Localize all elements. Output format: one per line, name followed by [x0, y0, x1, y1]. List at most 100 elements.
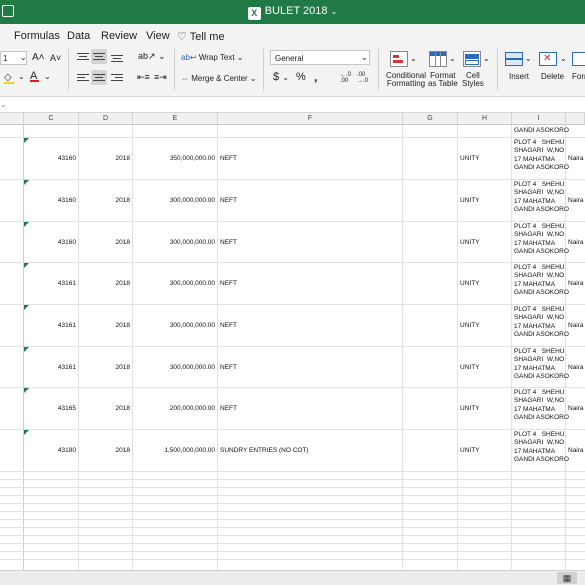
increase-font-icon[interactable]: A˄	[32, 52, 45, 63]
increase-indent-icon[interactable]: ≡⇥	[154, 72, 167, 83]
column-header-f[interactable]: F	[218, 113, 403, 125]
column-header-g[interactable]: G	[403, 113, 458, 125]
chevron-down-icon[interactable]: ⌄	[410, 54, 417, 63]
cell-h[interactable]: UNITY	[460, 155, 480, 162]
decrease-decimal-icon[interactable]: .00 →.0	[357, 72, 368, 84]
wrap-text-button[interactable]: ab↩ Wrap Text ⌄	[181, 53, 244, 62]
chevron-down-icon[interactable]: ⌄	[483, 54, 490, 63]
cell-c[interactable]: 43160	[24, 155, 76, 162]
column-header-i[interactable]: I	[512, 113, 566, 125]
number-format-select[interactable]: General ⌄	[270, 50, 370, 65]
insert-button[interactable]: Insert	[509, 72, 529, 81]
fill-color-icon[interactable]: ◇	[4, 72, 14, 84]
cell-i[interactable]: PLOT 4 SHEHU SHAGARI W,NO 17 MAHATMA GAN…	[514, 264, 569, 297]
cell-e[interactable]: 300,000,000.00	[133, 322, 215, 329]
cell-c[interactable]: 43161	[24, 280, 76, 287]
font-color-icon[interactable]: A	[30, 70, 39, 82]
currency-icon[interactable]: $ ⌄	[273, 71, 289, 83]
cell-h[interactable]: UNITY	[460, 447, 480, 454]
cell-d[interactable]: 2018	[79, 155, 130, 162]
cell-i[interactable]: PLOT 4 SHEHU SHAGARI W,NO 17 MAHATMA GAN…	[514, 431, 569, 464]
cell-i[interactable]: PLOT 4 SHEHU SHAGARI W,NO 17 MAHATMA GAN…	[514, 348, 569, 381]
chevron-down-icon[interactable]: ⌄	[0, 100, 7, 109]
delete-button[interactable]: Delete	[541, 72, 564, 81]
tab-review[interactable]: Review	[101, 30, 137, 42]
column-header-c[interactable]: C	[24, 113, 79, 125]
tab-data[interactable]: Data	[67, 30, 90, 42]
row-header-corner[interactable]	[0, 113, 24, 125]
chevron-down-icon[interactable]: ⌄	[18, 72, 25, 81]
cell-h[interactable]: UNITY	[460, 280, 480, 287]
cell-f[interactable]: NEFT	[220, 405, 237, 412]
decrease-indent-icon[interactable]: ⇤≡	[137, 72, 150, 83]
align-middle-icon[interactable]	[91, 49, 107, 64]
cell-c[interactable]: 43161	[24, 364, 76, 371]
tell-me[interactable]: ♡ Tell me	[177, 30, 225, 43]
cell-j[interactable]: Naira	[568, 447, 584, 454]
decrease-font-icon[interactable]: A˅	[50, 53, 61, 63]
cell-h[interactable]: UNITY	[460, 405, 480, 412]
cell-d[interactable]: 2018	[79, 280, 130, 287]
column-header-j[interactable]	[566, 113, 585, 125]
spreadsheet-grid[interactable]: C D E F G H I GANDI ASOKORO 43160 2018 3…	[0, 113, 585, 570]
cell-d[interactable]: 2018	[79, 322, 130, 329]
cell-j[interactable]: Naira	[568, 239, 584, 246]
insert-cells-icon[interactable]	[505, 52, 523, 66]
chevron-down-icon[interactable]: ⌄	[44, 72, 51, 81]
cell-styles-icon[interactable]	[463, 51, 481, 67]
column-header-h[interactable]: H	[458, 113, 512, 125]
align-right-icon[interactable]	[111, 73, 123, 83]
cell-h[interactable]: UNITY	[460, 239, 480, 246]
cell-h[interactable]: UNITY	[460, 364, 480, 371]
cell-h[interactable]: UNITY	[460, 197, 480, 204]
cell-j[interactable]: Naira	[568, 405, 584, 412]
cell-j[interactable]: Naira	[568, 197, 584, 204]
cell-c[interactable]: 43160	[24, 197, 76, 204]
chevron-down-icon[interactable]: ⌄	[525, 54, 532, 63]
cell-c[interactable]: 43161	[24, 322, 76, 329]
chevron-down-icon[interactable]: ⌄	[449, 54, 456, 63]
cell-j[interactable]: Naira	[568, 322, 584, 329]
cell-e[interactable]: 350,000,000.00	[133, 155, 215, 162]
conditional-formatting-icon[interactable]	[390, 51, 408, 67]
delete-cells-icon[interactable]: ✕	[539, 52, 557, 66]
cell-f[interactable]: NEFT	[220, 280, 237, 287]
cell-i-partial[interactable]: GANDI ASOKORO	[514, 127, 569, 134]
font-size-field[interactable]: 1 ⌄	[0, 51, 27, 65]
percent-icon[interactable]: %	[296, 71, 306, 83]
chevron-down-icon[interactable]: ⌄	[560, 54, 567, 63]
column-header-d[interactable]: D	[79, 113, 133, 125]
orientation-icon[interactable]: ab↗ ⌄	[138, 51, 166, 62]
column-header-e[interactable]: E	[133, 113, 218, 125]
cell-e[interactable]: 300,000,000.00	[133, 280, 215, 287]
cell-f[interactable]: NEFT	[220, 322, 237, 329]
cell-e[interactable]: 300,000,000.00	[133, 197, 215, 204]
format-cells-icon[interactable]	[572, 52, 585, 66]
tab-formulas[interactable]: Formulas	[14, 30, 60, 42]
align-top-icon[interactable]	[77, 52, 89, 62]
cell-f[interactable]: NEFT	[220, 364, 237, 371]
increase-decimal-icon[interactable]: ←.0 .00	[340, 72, 351, 84]
cell-f[interactable]: NEFT	[220, 155, 237, 162]
chevron-down-icon[interactable]: ⌄	[331, 7, 338, 16]
cell-e[interactable]: 300,000,000.00	[133, 364, 215, 371]
conditional-formatting-button[interactable]: Conditional Formatting	[386, 72, 426, 88]
merge-center-button[interactable]: ⇔ Merge & Center ⌄	[181, 74, 257, 83]
format-as-table-button[interactable]: Format as Table	[428, 72, 458, 88]
align-left-icon[interactable]	[77, 73, 89, 83]
cell-f[interactable]: NEFT	[220, 239, 237, 246]
normal-view-icon[interactable]: ▦	[557, 572, 577, 584]
align-bottom-icon[interactable]	[111, 52, 123, 62]
cell-i[interactable]: PLOT 4 SHEHU SHAGARI W,NO 17 MAHATMA GAN…	[514, 223, 569, 256]
cell-c[interactable]: 43180	[24, 447, 76, 454]
cell-h[interactable]: UNITY	[460, 322, 480, 329]
cell-i[interactable]: PLOT 4 SHEHU SHAGARI W,NO 17 MAHATMA GAN…	[514, 181, 569, 214]
format-as-table-icon[interactable]	[429, 51, 447, 67]
tab-view[interactable]: View	[146, 30, 170, 42]
cell-e[interactable]: 200,000,000.00	[133, 405, 215, 412]
comma-style-icon[interactable]: ,	[314, 70, 317, 84]
format-button[interactable]: Forr	[572, 72, 585, 81]
cell-f[interactable]: SUNDRY ENTRIES (NO COT)	[220, 447, 309, 454]
cell-d[interactable]: 2018	[79, 239, 130, 246]
cell-j[interactable]: Naira	[568, 155, 584, 162]
